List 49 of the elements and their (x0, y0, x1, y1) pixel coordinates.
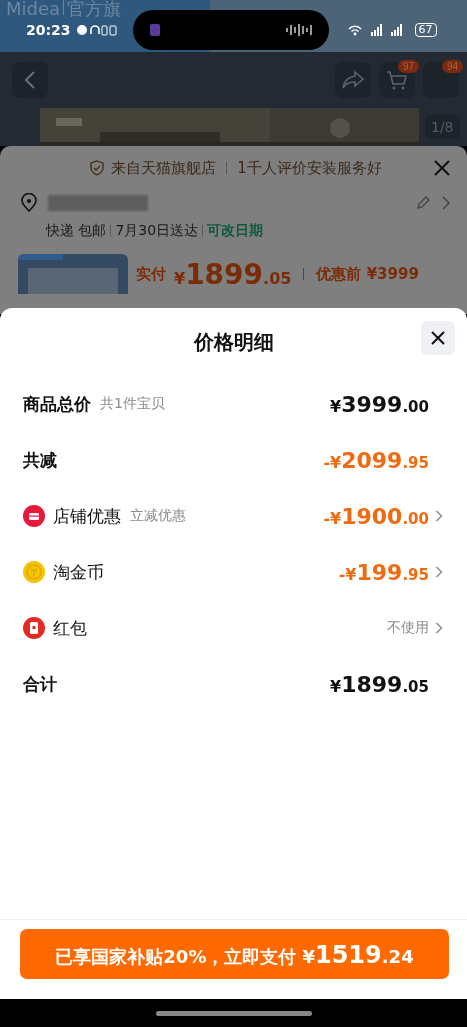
cart-icon (385, 69, 409, 91)
status-time: 20:23 (26, 22, 71, 38)
row-label: 淘金币 (53, 560, 104, 584)
back-icon (24, 70, 36, 90)
delivery-info: 快递 包邮 (46, 222, 107, 240)
row-value: 不使用 (387, 619, 429, 637)
pencil-icon[interactable] (415, 195, 431, 211)
change-date-link[interactable]: 可改日期 (207, 222, 264, 240)
amount: -¥1900.00 (323, 503, 429, 529)
paid-label: 实付 (136, 264, 166, 284)
paid-price: ¥1899.05 (174, 257, 292, 291)
store-logo: Midea 官方旗 (6, 0, 122, 20)
close-icon (433, 159, 451, 177)
shield-icon (89, 160, 106, 176)
coin-icon (23, 561, 45, 583)
amount: -¥2099.95 (323, 447, 429, 473)
share-icon (341, 70, 365, 90)
battery-level: 67 (414, 23, 437, 37)
review-note: 1千人评价安装服务好 (237, 158, 382, 178)
chevron-icon (441, 195, 451, 211)
chevron-icon[interactable] (435, 565, 443, 579)
share-button[interactable] (335, 62, 371, 98)
status-icons (76, 24, 119, 36)
close-button[interactable] (421, 321, 455, 355)
amount: ¥3999.00 (330, 391, 429, 417)
envelope-icon (23, 617, 45, 639)
row-note: 共1件宝贝 (100, 395, 165, 413)
close-icon (430, 330, 446, 346)
row-note: 立减优惠 (130, 507, 186, 525)
sheet-title: 价格明细 (193, 328, 274, 356)
row-label: 商品总价 (23, 392, 91, 416)
pay-button[interactable]: 已享国家补贴20%，立即支付 ¥1519.24 (20, 929, 449, 979)
delivery-info: 7月30日送达 (115, 222, 199, 240)
app-icon (148, 23, 161, 37)
row-label: 合计 (23, 672, 57, 696)
back-button[interactable] (12, 62, 48, 98)
shop-icon (23, 505, 45, 527)
chevron-icon[interactable] (435, 509, 443, 523)
location-icon (20, 193, 38, 213)
row-label: 共减 (23, 448, 57, 472)
row-label: 红包 (53, 616, 87, 640)
store-source-text: 来自天猫旗舰店 (111, 158, 217, 178)
chevron-icon[interactable] (435, 621, 443, 635)
original-price: 优惠前 ¥3999 (316, 264, 419, 284)
amount: ¥1899.05 (330, 671, 429, 697)
row-label: 店铺优惠 (53, 504, 121, 528)
amount: -¥199.95 (338, 559, 429, 585)
image-counter: 1/8 (425, 115, 460, 139)
waveform-icon (284, 23, 315, 37)
